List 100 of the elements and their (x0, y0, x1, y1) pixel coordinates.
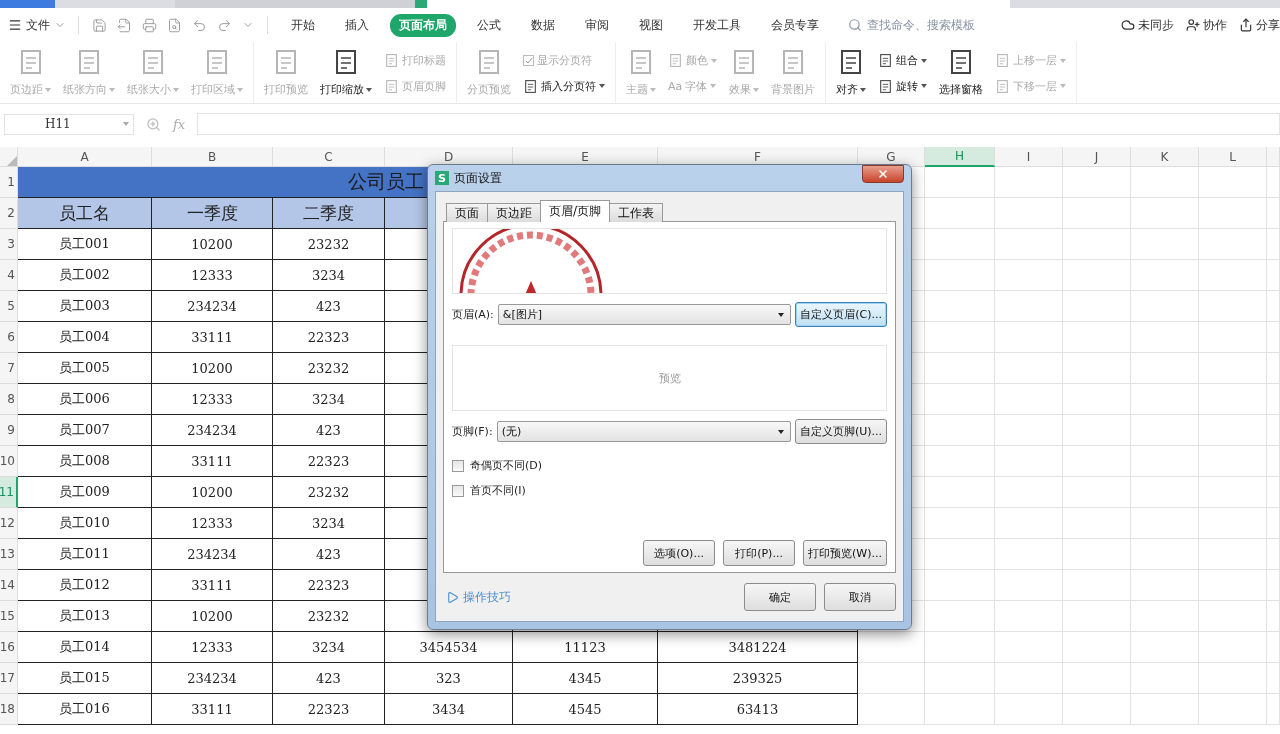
row-header[interactable]: 1 (0, 167, 18, 198)
ribbon-button[interactable]: 打印缩放 (314, 46, 378, 103)
grid-cell[interactable] (925, 167, 995, 198)
grid-cell[interactable] (1063, 446, 1131, 477)
menu-tab[interactable]: 开发工具 (684, 13, 750, 37)
row-header[interactable]: 4 (0, 260, 18, 291)
grid-cell[interactable] (1063, 198, 1131, 229)
grid-cell[interactable] (858, 663, 925, 694)
grid-cell[interactable] (1199, 570, 1267, 601)
column-header[interactable]: E (513, 147, 658, 167)
grid-cell[interactable] (995, 446, 1063, 477)
grid-cell[interactable] (925, 446, 995, 477)
grid-cell[interactable] (1199, 601, 1267, 632)
grid-cell[interactable] (1131, 539, 1199, 570)
dialog-button[interactable]: 选项(O)... (643, 540, 716, 566)
grid-cell[interactable] (1131, 694, 1199, 725)
close-button[interactable] (862, 165, 904, 183)
grid-cell[interactable] (1131, 260, 1199, 291)
header-select[interactable]: &[图片] (497, 304, 792, 325)
grid-cell[interactable] (1267, 322, 1280, 353)
column-header[interactable]: J (1063, 147, 1131, 167)
grid-cell[interactable] (1131, 167, 1199, 198)
custom-footer-button[interactable]: 自定义页脚(U)... (794, 419, 887, 444)
grid-cell[interactable] (925, 477, 995, 508)
grid-cell[interactable] (995, 322, 1063, 353)
grid-cell[interactable] (925, 229, 995, 260)
grid-cell[interactable] (925, 663, 995, 694)
grid-cell[interactable] (995, 632, 1063, 663)
grid-cell[interactable] (925, 415, 995, 446)
grid-cell[interactable] (1063, 508, 1131, 539)
grid-cell[interactable] (995, 260, 1063, 291)
grid-cell[interactable] (1267, 601, 1280, 632)
grid-cell[interactable] (1267, 508, 1280, 539)
grid-cell[interactable] (1063, 353, 1131, 384)
ribbon-button[interactable]: 对齐 (830, 46, 872, 103)
grid-cell[interactable] (1199, 353, 1267, 384)
column-header[interactable]: D (385, 147, 513, 167)
grid-cell[interactable] (1199, 198, 1267, 229)
grid-cell[interactable] (995, 539, 1063, 570)
menu-tab[interactable]: 审阅 (576, 13, 618, 37)
grid-cell[interactable] (1267, 198, 1280, 229)
grid-cell[interactable] (1063, 229, 1131, 260)
toolbar-button[interactable]: 分享 (1239, 16, 1280, 34)
row-header[interactable]: 11 (0, 477, 18, 508)
grid-cell[interactable] (1131, 198, 1199, 229)
grid-cell[interactable] (995, 291, 1063, 322)
ribbon-button[interactable]: 组合 (876, 52, 929, 70)
row-header[interactable]: 6 (0, 322, 18, 353)
footer-select[interactable]: (无) (496, 421, 791, 442)
grid-cell[interactable] (1267, 167, 1280, 198)
grid-cell[interactable] (995, 601, 1063, 632)
row-header[interactable]: 9 (0, 415, 18, 446)
column-header[interactable]: F (658, 147, 858, 167)
grid-cell[interactable] (1063, 291, 1131, 322)
grid-cell[interactable] (1131, 570, 1199, 601)
toolbar-button[interactable]: 未同步 (1121, 16, 1174, 34)
grid-cell[interactable] (1131, 415, 1199, 446)
grid-cell[interactable] (1063, 694, 1131, 725)
dialog-button[interactable]: 取消 (824, 583, 896, 611)
grid-cell[interactable] (1267, 663, 1280, 694)
checkbox[interactable] (452, 459, 464, 472)
grid-cell[interactable] (1063, 570, 1131, 601)
grid-cell[interactable] (995, 198, 1063, 229)
search-field[interactable]: 查找命令、搜索模板 (848, 17, 995, 33)
grid-cell[interactable] (995, 694, 1063, 725)
grid-cell[interactable] (1063, 632, 1131, 663)
grid-cell[interactable] (1131, 601, 1199, 632)
grid-cell[interactable] (1267, 446, 1280, 477)
grid-cell[interactable] (1199, 322, 1267, 353)
undo-icon[interactable] (192, 17, 207, 33)
grid-cell[interactable] (925, 198, 995, 229)
grid-cell[interactable] (1267, 353, 1280, 384)
column-header[interactable]: G (858, 147, 925, 167)
grid-cell[interactable] (1199, 508, 1267, 539)
grid-cell[interactable] (1063, 322, 1131, 353)
menu-tab[interactable]: 数据 (522, 13, 564, 37)
grid-cell[interactable] (925, 694, 995, 725)
grid-cell[interactable] (995, 229, 1063, 260)
grid-cell[interactable] (995, 384, 1063, 415)
grid-cell[interactable] (1131, 322, 1199, 353)
grid-cell[interactable] (1131, 384, 1199, 415)
grid-cell[interactable] (995, 477, 1063, 508)
grid-cell[interactable] (925, 539, 995, 570)
grid-cell[interactable] (1131, 229, 1199, 260)
grid-cell[interactable] (995, 663, 1063, 694)
grid-cell[interactable] (858, 632, 925, 663)
grid-cell[interactable] (1199, 291, 1267, 322)
grid-cell[interactable] (1063, 477, 1131, 508)
dialog-button[interactable]: 打印预览(W)... (803, 540, 887, 566)
grid-cell[interactable] (925, 384, 995, 415)
grid-cell[interactable] (1063, 167, 1131, 198)
grid-cell[interactable] (1199, 167, 1267, 198)
menu-tab[interactable]: 视图 (630, 13, 672, 37)
checkbox[interactable] (452, 484, 464, 497)
row-header[interactable]: 13 (0, 539, 18, 570)
grid-cell[interactable] (1199, 384, 1267, 415)
grid-cell[interactable] (858, 694, 925, 725)
grid-cell[interactable] (1063, 260, 1131, 291)
menu-tab[interactable]: 开始 (282, 13, 324, 37)
grid-cell[interactable] (925, 601, 995, 632)
